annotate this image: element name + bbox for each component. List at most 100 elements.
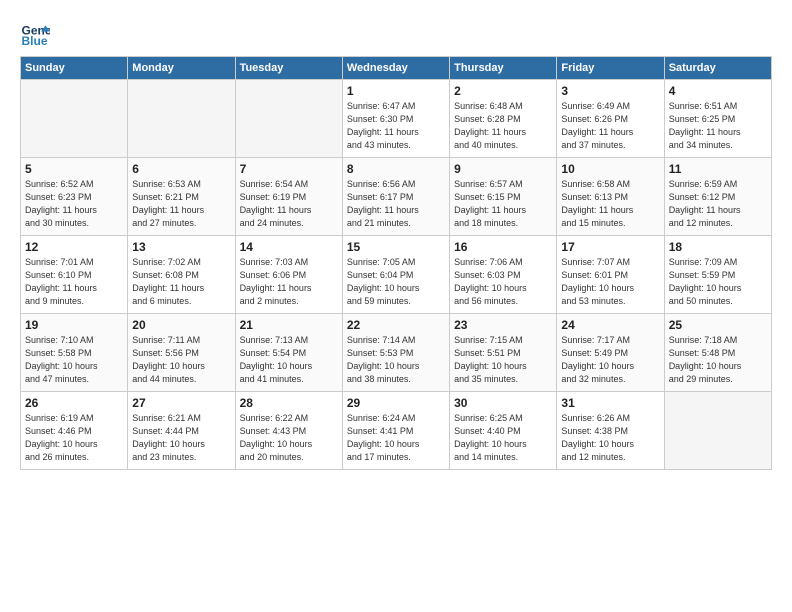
calendar-cell: 29 Sunrise: 6:24 AM Sunset: 4:41 PM Dayli… [342, 392, 449, 470]
day-info: Sunrise: 6:58 AM Sunset: 6:13 PM Dayligh… [561, 178, 659, 230]
day-info: Sunrise: 7:01 AM Sunset: 6:10 PM Dayligh… [25, 256, 123, 308]
calendar-cell: 28 Sunrise: 6:22 AM Sunset: 4:43 PM Dayli… [235, 392, 342, 470]
calendar-cell: 26Sunrise: 6:19 AM Sunset: 4:46 PM Dayli… [21, 392, 128, 470]
day-info: Sunrise: 7:09 AM Sunset: 5:59 PM Dayligh… [669, 256, 767, 308]
calendar-cell: 25Sunrise: 7:18 AM Sunset: 5:48 PM Dayli… [664, 314, 771, 392]
day-number: 27 [132, 396, 230, 410]
day-number: 16 [454, 240, 552, 254]
calendar-cell: 14Sunrise: 7:03 AM Sunset: 6:06 PM Dayli… [235, 236, 342, 314]
logo-icon: General Blue [20, 18, 50, 48]
weekday-header-row: SundayMondayTuesdayWednesdayThursdayFrid… [21, 57, 772, 80]
day-info: Sunrise: 6:26 AM Sunset: 4:38 PM Dayligh… [561, 412, 659, 464]
calendar-cell: 20 Sunrise: 7:11 AM Sunset: 5:56 PM Dayli… [128, 314, 235, 392]
calendar-cell: 4 Sunrise: 6:51 AM Sunset: 6:25 PM Daylig… [664, 80, 771, 158]
day-number: 24 [561, 318, 659, 332]
day-number: 10 [561, 162, 659, 176]
logo: General Blue [20, 18, 54, 48]
day-number: 12 [25, 240, 123, 254]
day-number: 20 [132, 318, 230, 332]
day-number: 30 [454, 396, 552, 410]
calendar-cell [664, 392, 771, 470]
day-number: 18 [669, 240, 767, 254]
calendar-cell: 10 Sunrise: 6:58 AM Sunset: 6:13 PM Dayli… [557, 158, 664, 236]
calendar-cell: 27 Sunrise: 6:21 AM Sunset: 4:44 PM Dayli… [128, 392, 235, 470]
day-info: Sunrise: 7:14 AM Sunset: 5:53 PM Dayligh… [347, 334, 445, 386]
week-row-2: 5 Sunrise: 6:52 AM Sunset: 6:23 PM Daylig… [21, 158, 772, 236]
day-number: 29 [347, 396, 445, 410]
calendar-cell: 12 Sunrise: 7:01 AM Sunset: 6:10 PM Dayli… [21, 236, 128, 314]
day-info: Sunrise: 6:47 AM Sunset: 6:30 PM Dayligh… [347, 100, 445, 152]
day-info: Sunrise: 6:21 AM Sunset: 4:44 PM Dayligh… [132, 412, 230, 464]
calendar-cell: 22Sunrise: 7:14 AM Sunset: 5:53 PM Dayli… [342, 314, 449, 392]
calendar-cell: 31 Sunrise: 6:26 AM Sunset: 4:38 PM Dayli… [557, 392, 664, 470]
weekday-header-friday: Friday [557, 57, 664, 80]
calendar-cell: 18 Sunrise: 7:09 AM Sunset: 5:59 PM Dayli… [664, 236, 771, 314]
calendar-cell: 2Sunrise: 6:48 AM Sunset: 6:28 PM Daylig… [450, 80, 557, 158]
day-info: Sunrise: 7:06 AM Sunset: 6:03 PM Dayligh… [454, 256, 552, 308]
day-number: 28 [240, 396, 338, 410]
day-number: 19 [25, 318, 123, 332]
day-info: Sunrise: 7:11 AM Sunset: 5:56 PM Dayligh… [132, 334, 230, 386]
day-info: Sunrise: 7:02 AM Sunset: 6:08 PM Dayligh… [132, 256, 230, 308]
day-info: Sunrise: 6:51 AM Sunset: 6:25 PM Dayligh… [669, 100, 767, 152]
weekday-header-monday: Monday [128, 57, 235, 80]
day-info: Sunrise: 7:17 AM Sunset: 5:49 PM Dayligh… [561, 334, 659, 386]
day-info: Sunrise: 6:48 AM Sunset: 6:28 PM Dayligh… [454, 100, 552, 152]
calendar-cell: 8 Sunrise: 6:56 AM Sunset: 6:17 PM Daylig… [342, 158, 449, 236]
day-info: Sunrise: 6:52 AM Sunset: 6:23 PM Dayligh… [25, 178, 123, 230]
day-info: Sunrise: 7:15 AM Sunset: 5:51 PM Dayligh… [454, 334, 552, 386]
calendar-cell: 11Sunrise: 6:59 AM Sunset: 6:12 PM Dayli… [664, 158, 771, 236]
day-number: 4 [669, 84, 767, 98]
day-info: Sunrise: 6:59 AM Sunset: 6:12 PM Dayligh… [669, 178, 767, 230]
day-info: Sunrise: 7:13 AM Sunset: 5:54 PM Dayligh… [240, 334, 338, 386]
day-info: Sunrise: 6:22 AM Sunset: 4:43 PM Dayligh… [240, 412, 338, 464]
day-info: Sunrise: 6:25 AM Sunset: 4:40 PM Dayligh… [454, 412, 552, 464]
calendar-cell: 9 Sunrise: 6:57 AM Sunset: 6:15 PM Daylig… [450, 158, 557, 236]
calendar-cell: 16 Sunrise: 7:06 AM Sunset: 6:03 PM Dayli… [450, 236, 557, 314]
day-number: 7 [240, 162, 338, 176]
day-number: 23 [454, 318, 552, 332]
weekday-header-sunday: Sunday [21, 57, 128, 80]
calendar-cell: 23 Sunrise: 7:15 AM Sunset: 5:51 PM Dayli… [450, 314, 557, 392]
calendar-cell: 6Sunrise: 6:53 AM Sunset: 6:21 PM Daylig… [128, 158, 235, 236]
calendar-cell: 1 Sunrise: 6:47 AM Sunset: 6:30 PM Daylig… [342, 80, 449, 158]
week-row-4: 19 Sunrise: 7:10 AM Sunset: 5:58 PM Dayli… [21, 314, 772, 392]
calendar-page: General Blue SundayMondayTuesdayWednesda… [0, 0, 792, 480]
day-info: Sunrise: 6:57 AM Sunset: 6:15 PM Dayligh… [454, 178, 552, 230]
day-number: 9 [454, 162, 552, 176]
day-number: 31 [561, 396, 659, 410]
calendar-cell: 5 Sunrise: 6:52 AM Sunset: 6:23 PM Daylig… [21, 158, 128, 236]
day-info: Sunrise: 7:07 AM Sunset: 6:01 PM Dayligh… [561, 256, 659, 308]
week-row-3: 12 Sunrise: 7:01 AM Sunset: 6:10 PM Dayli… [21, 236, 772, 314]
calendar-table: SundayMondayTuesdayWednesdayThursdayFrid… [20, 56, 772, 470]
calendar-cell [21, 80, 128, 158]
calendar-cell [235, 80, 342, 158]
day-number: 8 [347, 162, 445, 176]
weekday-header-wednesday: Wednesday [342, 57, 449, 80]
calendar-cell: 13Sunrise: 7:02 AM Sunset: 6:08 PM Dayli… [128, 236, 235, 314]
calendar-cell: 7 Sunrise: 6:54 AM Sunset: 6:19 PM Daylig… [235, 158, 342, 236]
calendar-body: 1 Sunrise: 6:47 AM Sunset: 6:30 PM Daylig… [21, 80, 772, 470]
day-info: Sunrise: 6:56 AM Sunset: 6:17 PM Dayligh… [347, 178, 445, 230]
day-info: Sunrise: 7:10 AM Sunset: 5:58 PM Dayligh… [25, 334, 123, 386]
day-info: Sunrise: 7:18 AM Sunset: 5:48 PM Dayligh… [669, 334, 767, 386]
calendar-cell: 19 Sunrise: 7:10 AM Sunset: 5:58 PM Dayli… [21, 314, 128, 392]
header: General Blue [20, 18, 772, 48]
day-number: 6 [132, 162, 230, 176]
weekday-header-saturday: Saturday [664, 57, 771, 80]
day-number: 14 [240, 240, 338, 254]
day-info: Sunrise: 6:24 AM Sunset: 4:41 PM Dayligh… [347, 412, 445, 464]
week-row-5: 26Sunrise: 6:19 AM Sunset: 4:46 PM Dayli… [21, 392, 772, 470]
day-info: Sunrise: 6:49 AM Sunset: 6:26 PM Dayligh… [561, 100, 659, 152]
day-number: 5 [25, 162, 123, 176]
calendar-cell: 30 Sunrise: 6:25 AM Sunset: 4:40 PM Dayli… [450, 392, 557, 470]
day-number: 17 [561, 240, 659, 254]
svg-text:Blue: Blue [22, 34, 48, 48]
day-number: 21 [240, 318, 338, 332]
day-info: Sunrise: 6:19 AM Sunset: 4:46 PM Dayligh… [25, 412, 123, 464]
day-info: Sunrise: 6:54 AM Sunset: 6:19 PM Dayligh… [240, 178, 338, 230]
week-row-1: 1 Sunrise: 6:47 AM Sunset: 6:30 PM Daylig… [21, 80, 772, 158]
calendar-cell: 24 Sunrise: 7:17 AM Sunset: 5:49 PM Dayli… [557, 314, 664, 392]
day-number: 1 [347, 84, 445, 98]
day-number: 15 [347, 240, 445, 254]
